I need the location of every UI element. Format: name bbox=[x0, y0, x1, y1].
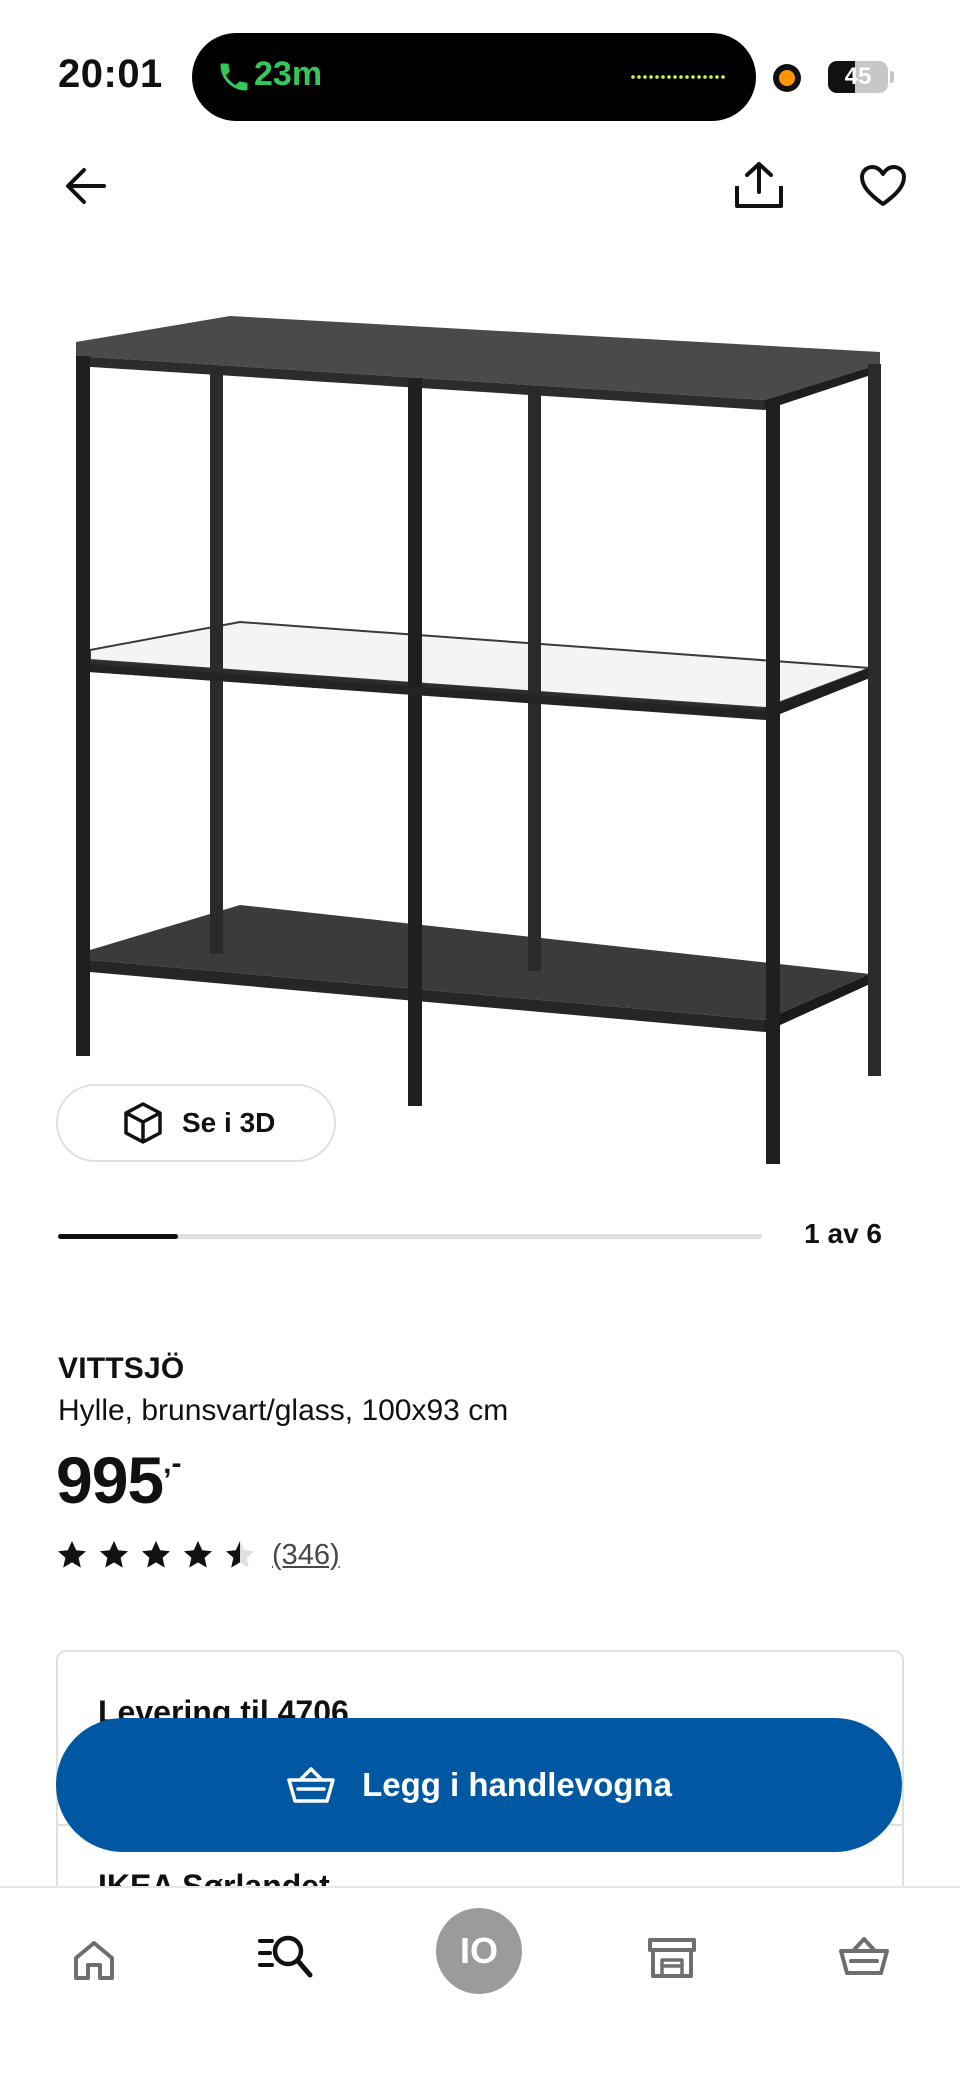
heart-icon bbox=[860, 165, 906, 206]
tab-search[interactable] bbox=[256, 1926, 316, 1986]
status-time: 20:01 bbox=[58, 52, 163, 96]
add-to-cart-label: Legg i handlevogna bbox=[362, 1766, 672, 1803]
star-full-icon bbox=[142, 1541, 170, 1568]
dynamic-island-call[interactable]: 23m bbox=[192, 33, 756, 121]
price-amount: 995 bbox=[56, 1443, 164, 1517]
star-full-icon bbox=[100, 1541, 128, 1568]
tab-store[interactable] bbox=[642, 1928, 702, 1988]
product-name: VITTSJÖ bbox=[58, 1352, 185, 1385]
back-button[interactable] bbox=[56, 156, 116, 216]
search-icon bbox=[258, 1935, 313, 1978]
star-full-icon bbox=[58, 1541, 86, 1568]
product-price: 995,- bbox=[56, 1442, 182, 1517]
price-suffix: ,- bbox=[163, 1447, 182, 1480]
tab-home[interactable] bbox=[64, 1930, 124, 1990]
battery-icon: 45 bbox=[828, 61, 888, 93]
product-description: Hylle, brunsvart/glass, 100x93 cm bbox=[58, 1394, 509, 1427]
tab-profile-avatar[interactable]: IO bbox=[436, 1908, 522, 1994]
basket-icon bbox=[287, 1767, 335, 1803]
add-to-cart-button[interactable]: Legg i handlevogna bbox=[56, 1718, 902, 1852]
image-carousel-progress bbox=[58, 1234, 762, 1239]
status-bar: 20:01 23m 45 bbox=[0, 0, 960, 130]
image-counter: 1 av 6 bbox=[804, 1218, 882, 1249]
product-image-shelf[interactable] bbox=[60, 300, 900, 1180]
basket-icon bbox=[839, 1937, 889, 1975]
product-rating[interactable]: (346) bbox=[56, 1535, 340, 1575]
image-carousel-progress-fill bbox=[58, 1234, 178, 1239]
rating-stars bbox=[56, 1539, 256, 1571]
star-full-icon bbox=[184, 1541, 212, 1568]
favorite-button[interactable] bbox=[852, 156, 914, 216]
view-3d-button[interactable]: Se i 3D bbox=[56, 1084, 336, 1162]
tab-cart[interactable] bbox=[834, 1926, 894, 1986]
audio-wave-icon bbox=[630, 74, 726, 80]
cube-3d-icon bbox=[124, 1102, 162, 1144]
arrow-left-icon bbox=[66, 168, 106, 204]
battery-percent: 45 bbox=[844, 63, 872, 90]
review-count-link[interactable]: (346) bbox=[272, 1539, 340, 1572]
battery-cap bbox=[890, 71, 894, 83]
phone-icon bbox=[220, 63, 248, 91]
share-icon bbox=[735, 162, 783, 208]
view-3d-label: Se i 3D bbox=[182, 1107, 276, 1138]
bottom-tab-bar: IO bbox=[0, 1886, 960, 2087]
store-icon bbox=[648, 1938, 696, 1978]
call-duration: 23m bbox=[254, 55, 323, 93]
recording-indicator-icon bbox=[773, 64, 801, 92]
share-button[interactable] bbox=[728, 154, 790, 216]
star-half-icon bbox=[226, 1541, 254, 1568]
home-icon bbox=[74, 1941, 114, 1980]
